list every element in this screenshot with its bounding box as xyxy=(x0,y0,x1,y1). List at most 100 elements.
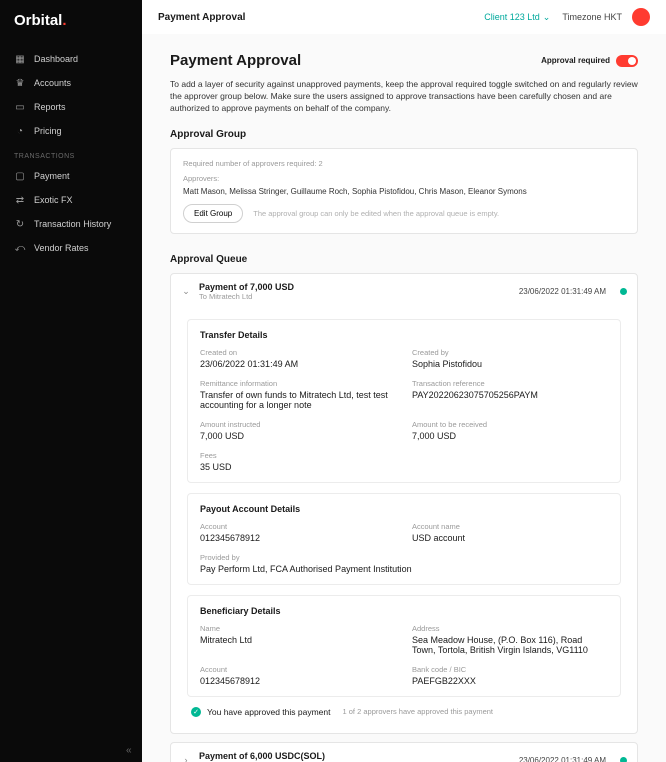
field-label: Address xyxy=(412,624,608,633)
nav-pricing[interactable]: ◔ Pricing xyxy=(0,119,142,143)
status-dot-icon xyxy=(620,757,627,762)
created-by-value: Sophia Pistofidou xyxy=(412,359,608,369)
content: Payment Approval Approval required To ad… xyxy=(142,34,666,762)
approved-text: You have approved this payment xyxy=(207,707,331,717)
queue-item-sub: To Mitratech Ltd xyxy=(199,292,511,301)
field-label: Provided by xyxy=(200,553,608,562)
chevron-down-icon: ⌄ xyxy=(543,12,551,23)
beneficiary-address: Sea Meadow House, (P.O. Box 116), Road T… xyxy=(412,635,608,655)
field-label: Amount to be received xyxy=(412,420,608,429)
edit-group-note: The approval group can only be edited wh… xyxy=(253,209,499,218)
nav-label: Vendor Rates xyxy=(34,243,89,253)
edit-group-button[interactable]: Edit Group xyxy=(183,204,243,223)
approval-required-row: Approval required xyxy=(541,55,638,67)
nav-exotic-fx[interactable]: ⇄ Exotic FX xyxy=(0,188,142,212)
nav-label: Payment xyxy=(34,171,70,181)
payout-account-value: 012345678912 xyxy=(200,533,396,543)
field-label: Remittance information xyxy=(200,379,396,388)
breadcrumb-title: Payment Approval xyxy=(158,12,245,23)
beneficiary-name: Mitratech Ltd xyxy=(200,635,396,645)
client-name: Client 123 Ltd xyxy=(484,12,540,22)
client-selector[interactable]: Client 123 Ltd ⌄ xyxy=(484,12,550,23)
approval-status-row: You have approved this payment 1 of 2 ap… xyxy=(187,697,621,721)
nav-label: Dashboard xyxy=(34,54,78,64)
approval-required-label: Approval required xyxy=(541,56,610,65)
queue-item-title: Payment of 6,000 USDC(SOL) xyxy=(199,751,511,761)
beneficiary-bank: PAEFGB22XXX xyxy=(412,676,608,686)
field-label: Bank code / BIC xyxy=(412,665,608,674)
logo: Orbital. xyxy=(0,12,142,47)
accounts-icon: ♛ xyxy=(14,77,26,89)
transfer-details-heading: Transfer Details xyxy=(200,330,608,340)
queue-item-header[interactable]: › Payment of 6,000 USDC(SOL) To Internat… xyxy=(171,743,637,762)
instructed-value: 7,000 USD xyxy=(200,431,396,441)
txref-value: PAY20220623075705256PAYM xyxy=(412,390,608,400)
pricing-icon: ◔ xyxy=(14,125,26,137)
avatar[interactable] xyxy=(632,8,650,26)
nav-label: Transaction History xyxy=(34,219,111,229)
beneficiary-heading: Beneficiary Details xyxy=(200,606,608,616)
exotic-fx-icon: ⇄ xyxy=(14,194,26,206)
nav-label: Accounts xyxy=(34,78,71,88)
beneficiary-account: 012345678912 xyxy=(200,676,396,686)
fees-value: 35 USD xyxy=(200,462,396,472)
queue-item: ⌄ Payment of 7,000 USD To Mitratech Ltd … xyxy=(170,273,638,734)
queue-item-title: Payment of 7,000 USD xyxy=(199,282,511,292)
received-value: 7,000 USD xyxy=(412,431,608,441)
field-label: Name xyxy=(200,624,396,633)
nav-transaction-history[interactable]: ↻ Transaction History xyxy=(0,212,142,236)
queue-item: › Payment of 6,000 USDC(SOL) To Internat… xyxy=(170,742,638,762)
vendor-rates-icon: ⤺ xyxy=(14,242,26,254)
beneficiary-panel: Beneficiary Details Name Mitratech Ltd A… xyxy=(187,595,621,697)
field-label: Account xyxy=(200,522,396,531)
sidebar-collapse-icon[interactable]: « xyxy=(126,745,132,756)
chevron-down-icon: ⌄ xyxy=(181,286,191,297)
transfer-details-panel: Transfer Details Created on 23/06/2022 0… xyxy=(187,319,621,483)
nav-payment[interactable]: ▢ Payment xyxy=(0,164,142,188)
field-label: Account name xyxy=(412,522,608,531)
timezone-label: Timezone HKT xyxy=(562,12,622,22)
page-title: Payment Approval xyxy=(170,52,301,69)
nav-dashboard[interactable]: ▦ Dashboard xyxy=(0,47,142,71)
field-label: Created by xyxy=(412,348,608,357)
check-icon xyxy=(191,707,201,717)
nav-reports[interactable]: ▭ Reports xyxy=(0,95,142,119)
payment-icon: ▢ xyxy=(14,170,26,182)
payout-heading: Payout Account Details xyxy=(200,504,608,514)
approval-group-heading: Approval Group xyxy=(170,129,638,140)
created-on-value: 23/06/2022 01:31:49 AM xyxy=(200,359,396,369)
field-label: Fees xyxy=(200,451,396,460)
queue-item-body: Transfer Details Created on 23/06/2022 0… xyxy=(171,319,637,733)
status-dot-icon xyxy=(620,288,627,295)
queue-item-date: 23/06/2022 01:31:49 AM xyxy=(519,756,606,762)
nav-section-transactions: TRANSACTIONS xyxy=(0,143,142,164)
field-label: Amount instructed xyxy=(200,420,396,429)
main: Payment Approval Client 123 Ltd ⌄ Timezo… xyxy=(142,0,666,762)
nav-label: Exotic FX xyxy=(34,195,73,205)
nav-accounts[interactable]: ♛ Accounts xyxy=(0,71,142,95)
approvers-required-label: Required number of approvers required: 2 xyxy=(183,159,625,168)
queue-item-header[interactable]: ⌄ Payment of 7,000 USD To Mitratech Ltd … xyxy=(171,274,637,309)
approved-note: 1 of 2 approvers have approved this paym… xyxy=(343,707,494,716)
field-label: Account xyxy=(200,665,396,674)
helptext: To add a layer of security against unapp… xyxy=(170,79,638,115)
nav-label: Pricing xyxy=(34,126,62,136)
history-icon: ↻ xyxy=(14,218,26,230)
field-label: Created on xyxy=(200,348,396,357)
reports-icon: ▭ xyxy=(14,101,26,113)
chevron-right-icon: › xyxy=(181,755,191,762)
payout-account-name: USD account xyxy=(412,533,608,543)
approval-group-card: Required number of approvers required: 2… xyxy=(170,148,638,234)
field-label: Transaction reference xyxy=(412,379,608,388)
payout-account-panel: Payout Account Details Account 012345678… xyxy=(187,493,621,585)
logo-text: Orbital xyxy=(14,12,62,29)
nav-label: Reports xyxy=(34,102,66,112)
nav-vendor-rates[interactable]: ⤺ Vendor Rates xyxy=(0,236,142,260)
payout-provided-by: Pay Perform Ltd, FCA Authorised Payment … xyxy=(200,564,608,574)
dashboard-icon: ▦ xyxy=(14,53,26,65)
approvers-list: Matt Mason, Melissa Stringer, Guillaume … xyxy=(183,187,625,196)
topbar: Payment Approval Client 123 Ltd ⌄ Timezo… xyxy=(142,0,666,34)
approval-required-toggle[interactable] xyxy=(616,55,638,67)
approval-queue-heading: Approval Queue xyxy=(170,254,638,265)
queue-item-date: 23/06/2022 01:31:49 AM xyxy=(519,287,606,296)
